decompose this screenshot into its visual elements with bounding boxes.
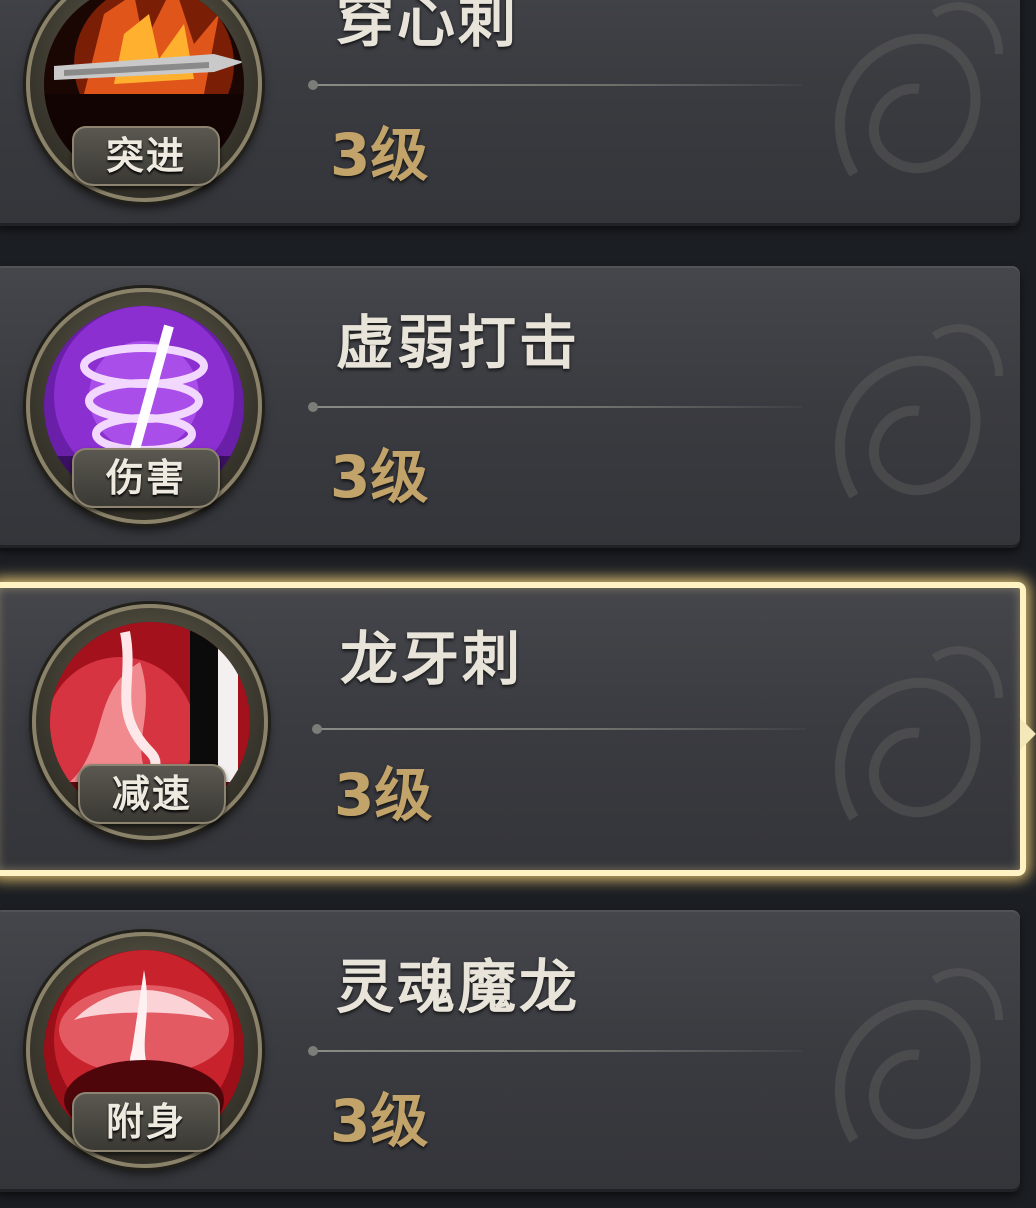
skill-tag: 伤害 [72, 448, 220, 508]
skill-card-2[interactable]: 伤害 虚弱打击 3级 [0, 266, 1020, 548]
skill-tag: 突进 [72, 126, 220, 186]
skill-icon-frame: 突进 [26, 0, 262, 202]
divider [312, 724, 806, 734]
skill-card-4[interactable]: 附身 灵魂魔龙 3级 [0, 910, 1020, 1192]
skill-tag: 减速 [78, 764, 226, 824]
skill-card-3-selected[interactable]: 减速 龙牙刺 3级 [0, 582, 1026, 876]
card-ornament-icon [835, 968, 1003, 1143]
divider [308, 402, 802, 412]
card-ornament-icon [835, 646, 1003, 821]
skill-name: 虚弱打击 [336, 309, 581, 377]
divider [308, 1046, 802, 1056]
skill-name: 龙牙刺 [340, 625, 524, 693]
skill-level: 3级 [330, 1087, 429, 1155]
skill-tag: 附身 [72, 1092, 220, 1152]
skill-name: 穿心刺 [336, 0, 520, 55]
skill-level: 3级 [330, 121, 429, 189]
skill-level: 3级 [330, 443, 429, 511]
skill-list: 突进 穿心刺 3级 伤害 虚弱打击 3级 减速 龙牙刺 3级 附身 灵魂魔龙 3… [0, 0, 1036, 1208]
skill-name: 灵魂魔龙 [336, 953, 581, 1021]
skill-icon-frame: 伤害 [26, 288, 262, 524]
card-ornament-icon [835, 2, 1003, 177]
skill-icon-frame: 减速 [32, 604, 268, 840]
divider [308, 80, 802, 90]
skill-level: 3级 [334, 761, 433, 829]
selection-arrow-icon [1020, 718, 1036, 750]
skill-card-1[interactable]: 突进 穿心刺 3级 [0, 0, 1020, 226]
skill-icon-frame: 附身 [26, 932, 262, 1168]
card-ornament-icon [835, 324, 1003, 499]
